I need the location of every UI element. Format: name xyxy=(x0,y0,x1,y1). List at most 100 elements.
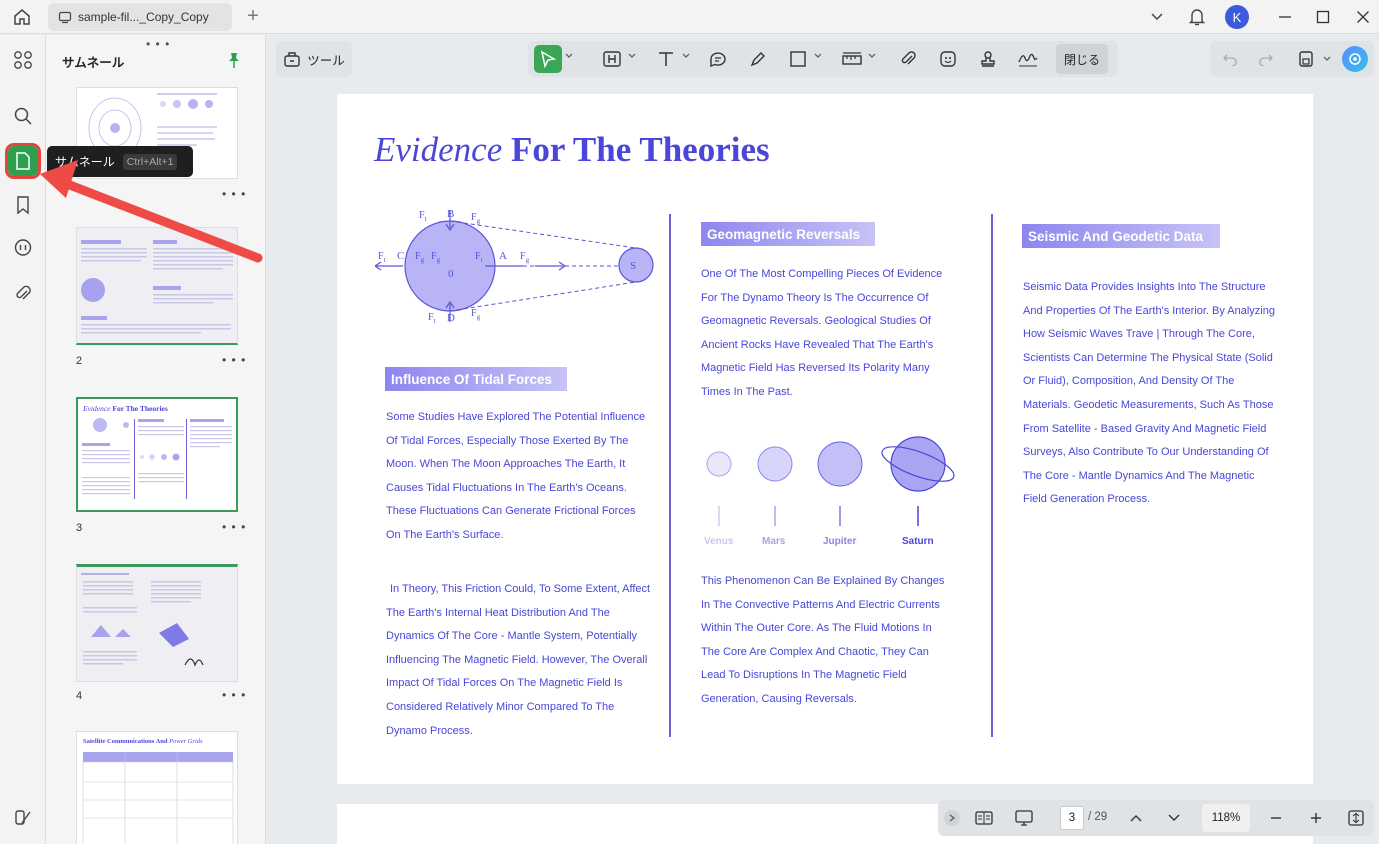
thumbnail-page-number: 3 xyxy=(76,522,83,534)
chevron-down-icon[interactable] xyxy=(628,52,636,60)
redo-icon xyxy=(1259,54,1273,66)
fit-to-page-icon xyxy=(1348,810,1364,826)
page-thumbnail[interactable]: Satellite Communications And Power Grids xyxy=(76,731,238,844)
close-tools-button[interactable]: 閉じる xyxy=(1056,44,1108,74)
chevron-down-icon[interactable] xyxy=(682,52,690,60)
chevron-down-icon[interactable] xyxy=(565,52,573,60)
page-layout-button[interactable] xyxy=(972,806,996,830)
history-toolbar xyxy=(1210,41,1374,77)
user-avatar[interactable]: K xyxy=(1225,5,1249,29)
page-thumbnail[interactable] xyxy=(76,564,238,682)
shape-tool[interactable] xyxy=(784,45,812,73)
eraser-tool[interactable] xyxy=(744,45,772,73)
diagram-label-fg: Fg xyxy=(431,251,440,264)
sticker-tool[interactable] xyxy=(934,45,962,73)
thumbnail-preview xyxy=(82,418,232,499)
thumbnail-heading-italic: Evidence xyxy=(83,404,111,413)
ruler-icon xyxy=(842,52,862,65)
minimize-button[interactable] xyxy=(1272,5,1298,29)
page-thumbnail-selected[interactable]: Evidence For The Theories xyxy=(76,397,238,512)
chevron-down-icon xyxy=(1168,814,1180,821)
signature-tool[interactable] xyxy=(1014,45,1042,73)
thumbnail-heading: Satellite Communications And Power Grids xyxy=(83,738,203,745)
thumbnail-heading-bold: Satellite Communications And xyxy=(83,738,168,745)
seismic-paragraph: Seismic Data Provides Insights Into The … xyxy=(1023,281,1275,506)
thumbnail-more-button[interactable]: • • • xyxy=(222,353,246,367)
maximize-button[interactable] xyxy=(1310,5,1336,29)
rail-layers-button[interactable] xyxy=(8,802,38,832)
avatar-initial: K xyxy=(1232,9,1242,25)
diagram-force-subscript: g xyxy=(476,313,481,321)
thumbnail-more-button[interactable]: • • • xyxy=(222,688,246,702)
fit-page-button[interactable] xyxy=(1344,806,1368,830)
highlighter-icon xyxy=(603,51,621,67)
close-tools-label: 閉じる xyxy=(1063,52,1100,67)
current-page: 3 xyxy=(1068,812,1076,824)
bell-icon xyxy=(1188,9,1206,26)
zoom-out-button[interactable] xyxy=(1264,806,1288,830)
geomagnetic-paragraph-1: One Of The Most Compelling Pieces Of Evi… xyxy=(701,268,943,398)
page-number-input[interactable]: 3 xyxy=(1060,806,1084,830)
planet-size-comparison xyxy=(706,436,955,526)
thumbnail-preview xyxy=(77,567,237,681)
ai-assistant-button[interactable] xyxy=(1342,46,1368,72)
diagram-force-subscript: g xyxy=(476,217,481,225)
collapse-nav-button[interactable] xyxy=(944,810,960,826)
thumbnail-page-number: 2 xyxy=(76,355,83,367)
thumbnail-heading: Evidence For The Theories xyxy=(83,404,168,413)
column-divider xyxy=(669,214,671,737)
diagram-label-fg: Fg xyxy=(415,251,424,264)
diagram-label-ft: Ft xyxy=(419,210,427,223)
stamp-tool[interactable] xyxy=(974,45,1002,73)
chevron-down-icon[interactable] xyxy=(868,52,876,60)
planet-label-saturn: Saturn xyxy=(902,536,934,547)
layers-icon xyxy=(15,810,31,825)
diagram-label-c: C xyxy=(397,250,405,262)
highlight-tool[interactable] xyxy=(598,45,626,73)
thumbnail-more-button[interactable]: • • • xyxy=(222,520,246,534)
page-navigation-bar: 3 / 29 118% xyxy=(938,800,1374,836)
column-divider xyxy=(991,214,993,737)
text-tool[interactable] xyxy=(652,45,680,73)
text-icon xyxy=(659,52,673,66)
diagram-label-ft: Ft xyxy=(428,312,436,325)
tab-list-button[interactable] xyxy=(1144,5,1170,29)
zoom-level[interactable]: 118% xyxy=(1202,804,1250,832)
save-icon xyxy=(1299,51,1313,67)
measure-tool[interactable] xyxy=(838,45,866,73)
next-page-button[interactable] xyxy=(1162,806,1186,830)
chevron-up-icon xyxy=(1130,815,1142,822)
tools-button[interactable]: ツール xyxy=(276,41,352,77)
thumbnail-heading-bold: For The Theories xyxy=(110,404,168,413)
diagram-force-subscript: t xyxy=(383,256,386,264)
notification-button[interactable] xyxy=(1184,5,1210,29)
page-heading-italic: Evidence xyxy=(374,130,503,169)
select-tool[interactable] xyxy=(534,45,562,73)
save-button[interactable] xyxy=(1294,47,1318,71)
zoom-in-button[interactable] xyxy=(1304,806,1328,830)
diagram-label-fg: Fg xyxy=(471,308,480,321)
comment-tool[interactable] xyxy=(704,45,732,73)
minimize-icon xyxy=(1279,16,1291,18)
pen-icon xyxy=(750,52,765,67)
close-window-button[interactable] xyxy=(1350,5,1376,29)
chevron-down-icon[interactable] xyxy=(814,52,822,60)
tidal-paragraph-2: In Theory, This Friction Could, To Some … xyxy=(386,583,651,737)
annotation-arrow-icon xyxy=(40,160,263,263)
undo-button[interactable] xyxy=(1218,47,1242,71)
rectangle-icon xyxy=(790,51,806,67)
presentation-button[interactable] xyxy=(1012,806,1036,830)
diagram-force-subscript: t xyxy=(433,317,436,325)
sticker-icon xyxy=(940,51,956,67)
redo-button[interactable] xyxy=(1254,47,1278,71)
thumbnail-page-number: 4 xyxy=(76,690,83,702)
chevron-down-icon[interactable] xyxy=(1323,55,1331,63)
previous-page-button[interactable] xyxy=(1124,806,1148,830)
chevron-right-icon xyxy=(949,814,955,822)
diagram-label-fg: Fg xyxy=(520,251,529,264)
zoom-value: 118% xyxy=(1211,812,1241,824)
attach-tool[interactable] xyxy=(894,45,922,73)
diagram-force-subscript: g xyxy=(436,256,441,264)
planet-label-jupiter: Jupiter xyxy=(823,536,857,547)
pdf-page: Evidence For The Theories B C 0 A D S Ft… xyxy=(337,94,1313,784)
